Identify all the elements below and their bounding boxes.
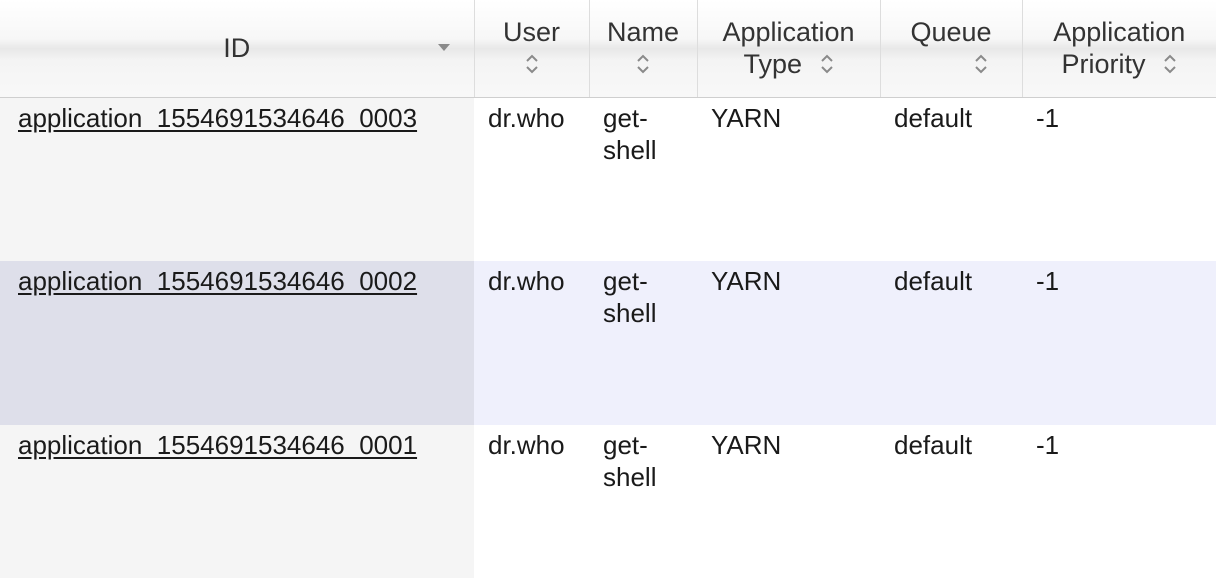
queue-cell: default — [880, 425, 1022, 578]
table-body: application_1554691534646_0003 dr.who ge… — [0, 97, 1216, 578]
sort-both-icon — [525, 53, 539, 75]
user-cell: dr.who — [474, 261, 589, 425]
application-id-cell: application_1554691534646_0003 — [0, 97, 474, 261]
column-header-label: User — [502, 17, 560, 48]
sort-both-icon — [1163, 53, 1177, 75]
user-cell: dr.who — [474, 425, 589, 578]
column-header-user[interactable]: User — [474, 0, 590, 98]
name-cell: get-shell — [589, 97, 697, 261]
user-cell: dr.who — [474, 97, 589, 261]
application-id-cell: application_1554691534646_0001 — [0, 425, 474, 578]
application-priority-cell: -1 — [1022, 97, 1216, 261]
sort-descending-icon — [437, 44, 450, 51]
column-header-application-type[interactable]: Application Type — [697, 0, 881, 98]
application-type-cell: YARN — [697, 261, 880, 425]
column-header-id[interactable]: ID — [0, 0, 475, 98]
application-id-link[interactable]: application_1554691534646_0002 — [18, 266, 417, 296]
column-header-label: Name — [606, 17, 680, 48]
table-row: application_1554691534646_0003 dr.who ge… — [0, 97, 1216, 261]
sort-both-icon — [974, 53, 988, 75]
column-header-application-priority[interactable]: Application Priority — [1022, 0, 1216, 98]
column-header-name[interactable]: Name — [589, 0, 698, 98]
table-header: ID User Name Application Type Queue Appl… — [0, 0, 1216, 98]
name-cell: get-shell — [589, 261, 697, 425]
queue-cell: default — [880, 97, 1022, 261]
name-cell: get-shell — [589, 425, 697, 578]
application-type-cell: YARN — [697, 425, 880, 578]
application-priority-cell: -1 — [1022, 425, 1216, 578]
header-row: ID User Name Application Type Queue Appl… — [0, 0, 1216, 98]
application-id-link[interactable]: application_1554691534646_0001 — [18, 430, 417, 460]
application-type-cell: YARN — [697, 97, 880, 261]
column-header-label: Queue — [910, 17, 992, 48]
sort-both-icon — [636, 53, 650, 75]
column-header-queue[interactable]: Queue — [880, 0, 1023, 98]
applications-table: ID User Name Application Type Queue Appl… — [0, 0, 1216, 578]
sort-both-icon — [820, 53, 834, 75]
column-header-label: Application Type — [722, 17, 855, 80]
queue-cell: default — [880, 261, 1022, 425]
column-header-label: ID — [223, 33, 251, 64]
table-row: application_1554691534646_0002 dr.who ge… — [0, 261, 1216, 425]
table-row: application_1554691534646_0001 dr.who ge… — [0, 425, 1216, 578]
application-id-link[interactable]: application_1554691534646_0003 — [18, 103, 417, 133]
application-id-cell: application_1554691534646_0002 — [0, 261, 474, 425]
application-priority-cell: -1 — [1022, 261, 1216, 425]
